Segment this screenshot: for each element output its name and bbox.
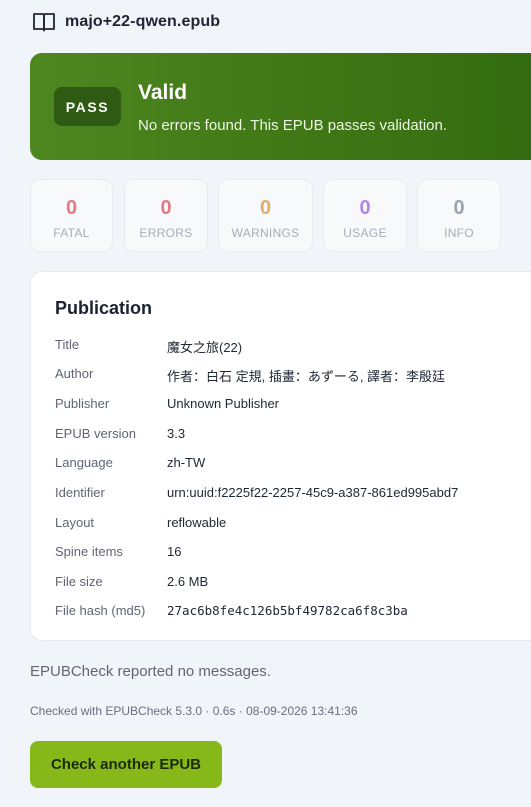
file-name: majo+22-qwen.epub (65, 13, 221, 30)
stat-fatal-value: 0 (65, 197, 78, 219)
pub-row-identifier: Identifier urn:uuid:f2225f22-2257-45c9-a… (55, 485, 531, 505)
stat-warnings-label: WARNINGS (231, 226, 300, 240)
pub-value: zh-TW (167, 455, 206, 470)
banner-message: No errors found. This EPUB passes valida… (138, 117, 448, 134)
pub-row-layout: Layout reflowable (55, 515, 531, 535)
stats-row: 0 FATAL 0 ERRORS 0 WARNINGS 0 USAGE 0 IN… (0, 179, 531, 252)
stat-errors-label: ERRORS (139, 226, 193, 240)
pub-value: 3.3 (167, 426, 186, 441)
pub-row-language: Language zh-TW (55, 455, 531, 475)
stat-usage-value: 0 (359, 197, 371, 219)
stat-errors-value: 0 (160, 197, 172, 219)
stat-errors: 0 ERRORS (124, 179, 208, 252)
pub-key: Layout (55, 515, 95, 530)
book-icon (32, 11, 56, 33)
validation-banner: PASS Valid No errors found. This EPUB pa… (30, 53, 531, 160)
pub-key: Identifier (55, 485, 105, 500)
pub-row-author: Author 作者：白石 定規, 插畫：あずーる, 譯者：李殷廷 (55, 366, 531, 386)
pub-row-title: Title 魔女之旅(22) (55, 337, 531, 357)
pub-row-file-size: File size 2.6 MB (55, 574, 531, 594)
pub-key: Title (55, 337, 80, 352)
checked-with-text: Checked with EPUBCheck 5.3.0 · 0.6s · 08… (30, 704, 358, 718)
pub-value: 27ac6b8fe4c126b5bf49782ca6f8c3ba (167, 603, 408, 618)
stat-fatal: 0 FATAL (30, 179, 113, 252)
file-header: majo+22-qwen.epub (32, 10, 220, 34)
banner-title: Valid (138, 81, 188, 104)
pub-value: Unknown Publisher (167, 396, 280, 411)
pub-key: Author (55, 366, 94, 381)
stat-warnings-value: 0 (259, 197, 272, 219)
pub-key: Publisher (55, 396, 110, 411)
stat-info-label: INFO (444, 226, 474, 240)
pub-value: urn:uuid:f2225f22-2257-45c9-a387-861ed99… (167, 485, 459, 500)
pub-key: EPUB version (55, 426, 136, 441)
publication-heading: Publication (55, 298, 153, 318)
pub-row-epub-version: EPUB version 3.3 (55, 426, 531, 446)
stat-usage-label: USAGE (343, 226, 387, 240)
stat-usage: 0 USAGE (323, 179, 407, 252)
stat-info: 0 INFO (417, 179, 501, 252)
pub-value: reflowable (167, 515, 227, 530)
pub-row-spine-items: Spine items 16 (55, 544, 531, 564)
pub-value: 2.6 MB (167, 574, 209, 589)
pub-row-publisher: Publisher Unknown Publisher (55, 396, 531, 416)
publication-card: Publication Title 魔女之旅(22) Author 作者：白石 … (30, 271, 531, 641)
no-messages-text: EPUBCheck reported no messages. (30, 663, 271, 680)
pub-key: File hash (md5) (55, 603, 146, 618)
stat-warnings: 0 WARNINGS (218, 179, 313, 252)
pub-key: Language (55, 455, 113, 470)
stat-fatal-label: FATAL (53, 226, 90, 240)
check-another-epub-button[interactable]: Check another EPUB (30, 741, 222, 788)
pub-row-file-hash: File hash (md5) 27ac6b8fe4c126b5bf49782c… (55, 603, 531, 623)
pub-value: 作者：白石 定規, 插畫：あずーる, 譯者：李殷廷 (167, 369, 446, 384)
pub-value: 16 (167, 544, 182, 559)
pub-value: 魔女之旅(22) (167, 340, 243, 355)
pub-key: File size (55, 574, 103, 589)
pass-badge: PASS (54, 87, 121, 126)
pub-key: Spine items (55, 544, 123, 559)
stat-info-value: 0 (453, 197, 465, 219)
